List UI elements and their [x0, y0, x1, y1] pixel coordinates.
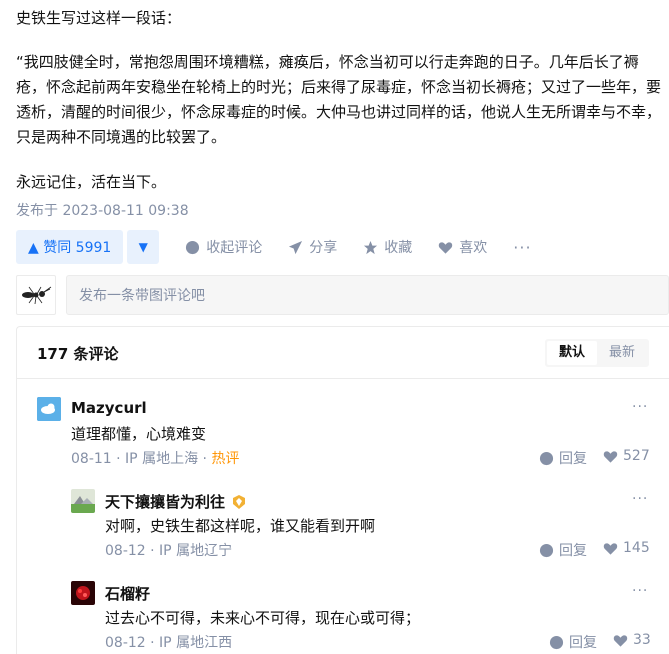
avatar[interactable]: [71, 489, 95, 513]
comment-input[interactable]: 发布一条带图评论吧: [66, 275, 669, 315]
answer-intro: 史铁生写过这样一段话：: [16, 9, 182, 27]
comment-text: 对啊，史铁生都这样呢，谁又能看到开啊: [105, 517, 376, 535]
level-badge-icon: [233, 494, 246, 509]
reply-icon: [549, 635, 564, 649]
share-icon: [289, 240, 303, 254]
avatar[interactable]: [71, 581, 95, 605]
like-button[interactable]: 喜欢: [438, 237, 487, 257]
landscape-avatar-icon: [71, 489, 95, 513]
comment-more-button[interactable]: ···: [632, 399, 648, 415]
comment-date: 08-12: [105, 543, 146, 559]
comment-composer: 发布一条带图评论吧: [16, 275, 669, 315]
answer-quote: “我四肢健全时，常抱怨周围环境糟糕，瘫痪后，怀念当初可以行走奔跑的日子。几年后长…: [16, 53, 662, 146]
upvote-label: ▲ 赞同 5991: [28, 240, 112, 256]
like-label: 喜欢: [459, 240, 488, 256]
comment-ip: IP 属地辽宁: [159, 543, 233, 559]
heart-icon: [603, 450, 618, 463]
comment-like-button[interactable]: 33: [613, 632, 651, 648]
comment-author[interactable]: 石榴籽: [105, 583, 150, 604]
avatar[interactable]: [37, 397, 61, 421]
comment-count: 177 条评论: [37, 345, 119, 363]
sort-default-tab[interactable]: 默认: [546, 341, 597, 365]
reply-label: 回复: [569, 635, 597, 651]
comment-author-name: 天下攘攘皆为利往: [105, 493, 226, 511]
sort-latest-tab[interactable]: 最新: [597, 341, 647, 365]
comment-date: 08-12: [105, 635, 146, 651]
cloud-avatar-icon: [37, 397, 61, 421]
more-actions-button[interactable]: ···: [513, 238, 531, 257]
collapse-comments-label: 收起评论: [206, 240, 263, 256]
answer-action-bar: ▲ 赞同 5991 ▼ 收起评论 分享 收藏 喜欢 ···: [16, 230, 532, 264]
answer-closing: 永远记住，活在当下。: [16, 173, 167, 191]
heart-icon: [603, 542, 618, 555]
avatar: [16, 275, 56, 315]
comment-date: 08-11: [71, 451, 112, 467]
heart-icon: [439, 241, 453, 254]
comments-header: 177 条评论 默认 最新: [17, 327, 669, 379]
comment-meta: 08-12 · IP 属地江西: [105, 635, 233, 651]
comment-like-count: 527: [623, 448, 650, 464]
comments-panel: 177 条评论 默认 最新 Mazycurl 道理都懂，心境难变 08-11 ·…: [16, 326, 669, 654]
publish-time[interactable]: 发布于 2023-08-11 09:38: [16, 200, 189, 220]
star-icon: [364, 240, 378, 254]
reply-label: 回复: [559, 451, 587, 467]
comment-ip: IP 属地上海: [125, 451, 199, 467]
comment-meta: 08-12 · IP 属地辽宁: [105, 543, 233, 559]
comment-item: Mazycurl 道理都懂，心境难变 08-11 · IP 属地上海 · 热评 …: [37, 397, 650, 467]
share-label: 分享: [309, 240, 338, 256]
comment-author[interactable]: 天下攘攘皆为利往: [105, 491, 247, 512]
comment-meta: 08-11 · IP 属地上海 · 热评: [71, 451, 240, 467]
upvote-button[interactable]: ▲ 赞同 5991: [16, 230, 124, 264]
collect-label: 收藏: [384, 240, 413, 256]
reply-label: 回复: [559, 543, 587, 559]
comment-text: 道理都懂，心境难变: [71, 425, 207, 443]
share-button[interactable]: 分享: [288, 237, 337, 257]
comment-ip: IP 属地江西: [159, 635, 233, 651]
reply-button[interactable]: 回复: [549, 632, 597, 652]
reply-button[interactable]: 回复: [539, 448, 587, 468]
comment-like-button[interactable]: 145: [603, 540, 650, 556]
collect-button[interactable]: 收藏: [363, 237, 412, 257]
collapse-comments-button[interactable]: 收起评论: [185, 237, 262, 257]
comment-more-button[interactable]: ···: [632, 583, 648, 599]
heart-icon: [613, 634, 628, 647]
comment-sort-toggle: 默认 最新: [544, 339, 649, 367]
comment-more-button[interactable]: ···: [632, 491, 648, 507]
comment-text: 过去心不可得，未来心不可得，现在心或可得；: [105, 609, 421, 627]
ant-avatar-icon: [22, 286, 52, 305]
comment-reply-item: 天下攘攘皆为利往 对啊，史铁生都这样呢，谁又能看到开啊 08-12 · IP 属…: [71, 489, 650, 559]
comment-author[interactable]: Mazycurl: [71, 399, 147, 417]
comment-like-count: 145: [623, 540, 650, 556]
comment-like-button[interactable]: 527: [603, 448, 650, 464]
comment-like-count: 33: [633, 632, 651, 648]
comment-icon: [186, 240, 200, 254]
hot-comment-badge: 热评: [211, 451, 240, 467]
reply-button[interactable]: 回复: [539, 540, 587, 560]
pomegranate-avatar-icon: [71, 581, 95, 605]
reply-icon: [539, 543, 554, 557]
downvote-button[interactable]: ▼: [127, 230, 160, 264]
comment-reply-item: 石榴籽 过去心不可得，未来心不可得，现在心或可得； 08-12 · IP 属地江…: [71, 581, 651, 652]
reply-icon: [539, 451, 554, 465]
